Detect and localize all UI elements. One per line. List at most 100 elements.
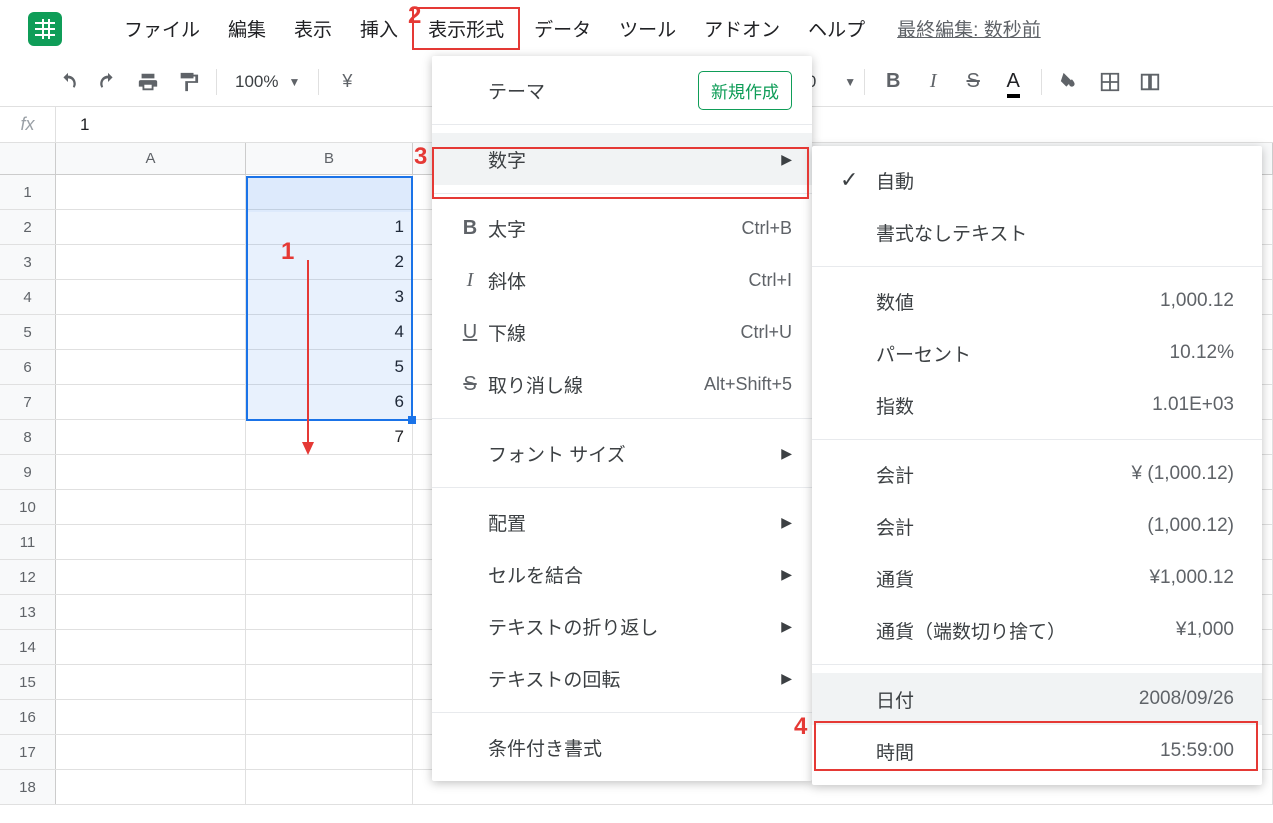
menu-data[interactable]: データ: [520, 9, 605, 48]
cell[interactable]: [246, 455, 413, 489]
row-header[interactable]: 4: [0, 280, 56, 314]
menu-underline[interactable]: U下線Ctrl+U: [432, 306, 812, 358]
cell[interactable]: [56, 560, 246, 594]
cell[interactable]: [56, 420, 246, 454]
cell[interactable]: [246, 665, 413, 699]
row-header[interactable]: 1: [0, 175, 56, 209]
cell[interactable]: [246, 595, 413, 629]
select-all-corner[interactable]: [0, 143, 56, 174]
menu-help[interactable]: ヘルプ: [794, 9, 879, 48]
row-header[interactable]: 17: [0, 735, 56, 769]
menu-edit[interactable]: 編集: [214, 9, 280, 48]
col-header-B[interactable]: B: [246, 143, 413, 174]
cell[interactable]: [56, 315, 246, 349]
paint-format-button[interactable]: [171, 65, 205, 99]
menu-view[interactable]: 表示: [280, 9, 346, 48]
row-header[interactable]: 12: [0, 560, 56, 594]
fill-color-button[interactable]: [1053, 65, 1087, 99]
numfmt-currency[interactable]: 通貨¥1,000.12: [812, 552, 1262, 604]
row-header[interactable]: 3: [0, 245, 56, 279]
cell[interactable]: [56, 700, 246, 734]
cell[interactable]: [56, 735, 246, 769]
numfmt-plain[interactable]: 書式なしテキスト: [812, 206, 1262, 258]
row-header[interactable]: 14: [0, 630, 56, 664]
cell[interactable]: [56, 770, 246, 804]
cell[interactable]: [56, 175, 246, 209]
menu-fontsize[interactable]: フォント サイズ▶: [432, 427, 812, 479]
cell[interactable]: 2: [246, 245, 413, 279]
menu-conditional[interactable]: 条件付き書式: [432, 721, 812, 773]
numfmt-date[interactable]: 日付2008/09/26: [812, 673, 1262, 725]
cell[interactable]: [56, 455, 246, 489]
cell[interactable]: [56, 525, 246, 559]
menu-strike[interactable]: S取り消し線Alt+Shift+5: [432, 358, 812, 410]
row-header[interactable]: 18: [0, 770, 56, 804]
menu-rotate[interactable]: テキストの回転▶: [432, 652, 812, 704]
cell[interactable]: [56, 385, 246, 419]
row-header[interactable]: 8: [0, 420, 56, 454]
undo-button[interactable]: [51, 65, 85, 99]
cell[interactable]: [56, 280, 246, 314]
cell[interactable]: [246, 560, 413, 594]
cell[interactable]: 5: [246, 350, 413, 384]
cell[interactable]: [246, 700, 413, 734]
row-header[interactable]: 13: [0, 595, 56, 629]
row-header[interactable]: 15: [0, 665, 56, 699]
row-header[interactable]: 2: [0, 210, 56, 244]
numfmt-percent[interactable]: パーセント10.12%: [812, 327, 1262, 379]
cell[interactable]: [56, 595, 246, 629]
cell[interactable]: [246, 175, 413, 209]
cell[interactable]: [56, 630, 246, 664]
cell[interactable]: [56, 490, 246, 524]
bold-button[interactable]: B: [876, 65, 910, 99]
numfmt-accounting1[interactable]: 会計¥ (1,000.12): [812, 448, 1262, 500]
col-header-A[interactable]: A: [56, 143, 246, 174]
menu-format[interactable]: 表示形式: [412, 7, 520, 50]
formula-input[interactable]: 1: [56, 115, 89, 135]
cell[interactable]: 4: [246, 315, 413, 349]
row-header[interactable]: 6: [0, 350, 56, 384]
cell[interactable]: [56, 350, 246, 384]
menu-insert[interactable]: 挿入: [346, 9, 412, 48]
menu-bold[interactable]: B太字Ctrl+B: [432, 202, 812, 254]
numfmt-auto[interactable]: ✓自動: [812, 154, 1262, 206]
menu-theme[interactable]: テーマ 新規作成: [432, 64, 812, 116]
numfmt-currency-round[interactable]: 通貨（端数切り捨て）¥1,000: [812, 604, 1262, 656]
print-button[interactable]: [131, 65, 165, 99]
numfmt-accounting2[interactable]: 会計(1,000.12): [812, 500, 1262, 552]
menu-addons[interactable]: アドオン: [690, 9, 794, 48]
cell[interactable]: 7: [246, 420, 413, 454]
cell[interactable]: [56, 210, 246, 244]
row-header[interactable]: 16: [0, 700, 56, 734]
cell[interactable]: [56, 245, 246, 279]
row-header[interactable]: 10: [0, 490, 56, 524]
row-header[interactable]: 11: [0, 525, 56, 559]
numfmt-number[interactable]: 数値1,000.12: [812, 275, 1262, 327]
menu-number[interactable]: 数字▶: [432, 133, 812, 185]
numfmt-time[interactable]: 時間15:59:00: [812, 725, 1262, 777]
italic-button[interactable]: I: [916, 65, 950, 99]
cell[interactable]: 3: [246, 280, 413, 314]
cell[interactable]: [246, 735, 413, 769]
numfmt-scientific[interactable]: 指数1.01E+03: [812, 379, 1262, 431]
text-color-button[interactable]: A: [996, 65, 1030, 99]
cell[interactable]: 6: [246, 385, 413, 419]
currency-button[interactable]: ¥: [330, 65, 364, 99]
cell[interactable]: 1: [246, 210, 413, 244]
borders-button[interactable]: [1093, 65, 1127, 99]
last-edit-link[interactable]: 最終編集: 数秒前: [897, 15, 1041, 42]
strike-button[interactable]: S: [956, 65, 990, 99]
redo-button[interactable]: [91, 65, 125, 99]
menu-align[interactable]: 配置▶: [432, 496, 812, 548]
cell[interactable]: [246, 525, 413, 559]
merge-button[interactable]: [1133, 65, 1167, 99]
cell[interactable]: [246, 630, 413, 664]
cell[interactable]: [56, 665, 246, 699]
menu-file[interactable]: ファイル: [110, 9, 214, 48]
cell[interactable]: [246, 490, 413, 524]
menu-italic[interactable]: I斜体Ctrl+I: [432, 254, 812, 306]
menu-merge[interactable]: セルを結合▶: [432, 548, 812, 600]
row-header[interactable]: 7: [0, 385, 56, 419]
row-header[interactable]: 9: [0, 455, 56, 489]
zoom-dropdown[interactable]: 100%▼: [235, 72, 300, 92]
